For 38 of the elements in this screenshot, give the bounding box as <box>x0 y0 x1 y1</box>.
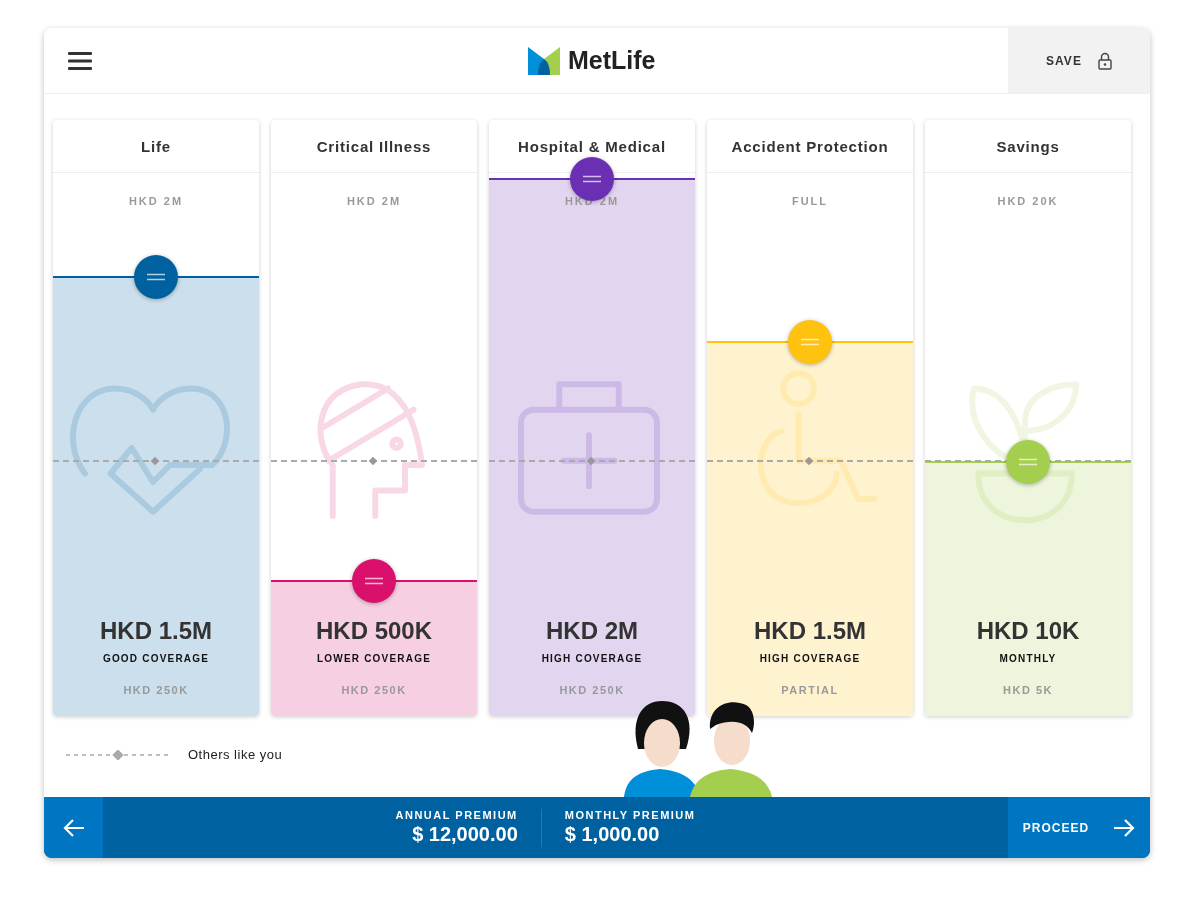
arrow-left-icon <box>62 817 85 838</box>
menu-icon[interactable] <box>68 50 92 71</box>
max-label: HKD 20K <box>996 195 1060 207</box>
max-label: FULL <box>790 195 830 207</box>
min-label: HKD 5K <box>1003 684 1053 696</box>
premium-amount: $ 12,000.00 <box>412 823 518 846</box>
premium-label: MONTHLY PREMIUM <box>564 809 696 821</box>
premium-amount: $ 1,000.00 <box>564 823 661 846</box>
min-label: HKD 250K <box>559 684 625 696</box>
coverage-rating: GOOD COVERAGE <box>102 653 210 664</box>
logo-icon <box>528 45 560 75</box>
arrow-right-icon <box>1113 817 1136 838</box>
min-label: HKD 250K <box>341 684 407 696</box>
coverage-amount: HKD 1.5M <box>100 617 212 645</box>
slider-handle[interactable] <box>352 559 396 604</box>
coverage-amount: HKD 1.5M <box>754 617 866 645</box>
back-button[interactable] <box>44 797 103 858</box>
save-button[interactable]: SAVE <box>1008 28 1150 93</box>
premium-label: ANNUAL PREMIUM <box>395 809 518 821</box>
average-line-icon <box>66 749 170 760</box>
slider-handle[interactable] <box>788 320 832 365</box>
coverage-rating: HIGH COVERAGE <box>541 653 643 664</box>
coverage-rating: LOWER COVERAGE <box>317 653 431 664</box>
min-label: PARTIAL <box>781 684 839 696</box>
slider-handle[interactable] <box>134 255 178 300</box>
coverage-amount: HKD 500K <box>315 617 432 645</box>
proceed-button[interactable]: PROCEED <box>1008 797 1150 858</box>
max-label: HKD 2M <box>345 195 403 207</box>
logo-text: MetLife <box>568 45 656 75</box>
slider-handle[interactable] <box>1006 439 1050 484</box>
max-label: HKD 2M <box>127 195 185 207</box>
legend-label: Others like you <box>188 747 283 762</box>
coverage-amount: HKD 2M <box>546 617 638 645</box>
coverage-amount: HKD 10K <box>976 617 1080 645</box>
min-label: HKD 250K <box>123 684 189 696</box>
coverage-rating: HIGH COVERAGE <box>759 653 861 664</box>
coverage-rating: MONTHLY <box>999 653 1057 664</box>
lock-icon <box>1097 51 1112 70</box>
